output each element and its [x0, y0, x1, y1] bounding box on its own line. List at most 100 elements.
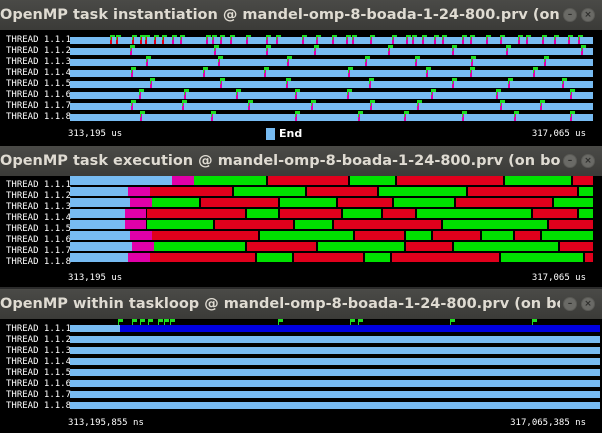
thread-label: THREAD 1.1.7 — [6, 246, 72, 256]
task-boundary — [499, 253, 501, 262]
event-flag — [148, 319, 149, 325]
event-flag — [132, 100, 136, 103]
event-flag — [453, 78, 457, 81]
event-flag — [204, 67, 208, 70]
task-execution-segment — [128, 253, 151, 262]
minimize-icon[interactable]: – — [563, 154, 577, 168]
thread-label: THREAD 1.1.5 — [6, 368, 72, 378]
thread-state-bar — [70, 347, 600, 354]
close-icon[interactable]: × — [581, 8, 595, 22]
event-flag — [212, 35, 213, 40]
event-flag — [532, 319, 533, 325]
event-flag — [526, 35, 527, 40]
event-flag — [131, 100, 132, 106]
task-boundary — [540, 231, 542, 240]
task-boundary — [503, 176, 505, 185]
task-execution-segment — [215, 220, 293, 229]
task-execution-segment — [433, 231, 480, 240]
event-flag — [287, 78, 291, 81]
event-flag — [140, 319, 141, 325]
event-flag — [211, 111, 212, 117]
event-flag — [131, 67, 132, 73]
event-flag — [295, 111, 296, 117]
window-task-instantiation: OpenMP task instantiation @ mandel-omp-8… — [0, 0, 602, 146]
task-boundary — [353, 231, 355, 240]
thread-label: THREAD 1.1.8 — [6, 112, 72, 122]
timeline-instantiation[interactable] — [70, 35, 593, 127]
thread-labels: THREAD 1.1.1 THREAD 1.1.2 THREAD 1.1.3 T… — [0, 35, 72, 127]
event-flag — [130, 45, 131, 51]
timeline-execution[interactable] — [70, 175, 593, 267]
task-execution-segment — [350, 176, 395, 185]
task-boundary — [577, 209, 579, 218]
thread-state-bar — [70, 198, 130, 207]
thread-label: THREAD 1.1.5 — [6, 79, 72, 89]
task-execution-segment — [379, 187, 466, 196]
task-boundary — [381, 209, 383, 218]
event-flag — [180, 35, 181, 40]
event-flag — [370, 35, 371, 40]
event-flag — [463, 111, 467, 114]
event-flag — [162, 35, 163, 40]
title-bar[interactable]: OpenMP within taskloop @ mandel-omp-8-bo… — [0, 289, 602, 319]
title-bar[interactable]: OpenMP task execution @ mandel-omp-8-boa… — [0, 146, 602, 176]
event-flag — [183, 100, 187, 103]
event-flag — [518, 35, 519, 40]
event-flag — [423, 35, 427, 37]
task-boundary — [480, 231, 482, 240]
event-flag — [453, 45, 457, 48]
task-boundary — [452, 242, 454, 251]
thread-label: THREAD 1.1.7 — [6, 101, 72, 111]
task-boundary — [547, 220, 549, 229]
event-flag — [236, 89, 237, 95]
event-flag — [140, 89, 144, 92]
event-flag — [311, 100, 312, 106]
task-boundary — [531, 209, 533, 218]
event-flag — [443, 35, 447, 37]
thread-state-bar — [70, 59, 593, 66]
legend-swatch — [266, 128, 275, 140]
task-boundary — [245, 209, 247, 218]
task-execution-segment — [456, 198, 552, 207]
task-boundary — [336, 198, 338, 207]
event-flag — [370, 78, 374, 81]
event-flag — [173, 35, 177, 37]
task-execution-segment — [579, 187, 593, 196]
thread-state-bar — [70, 220, 125, 229]
event-flag — [470, 35, 471, 40]
event-flag — [266, 45, 267, 51]
event-flag — [452, 45, 453, 51]
close-icon[interactable]: × — [581, 297, 595, 311]
title-bar[interactable]: OpenMP task instantiation @ mandel-omp-8… — [0, 0, 602, 30]
thread-labels: THREAD 1.1.1 THREAD 1.1.2 THREAD 1.1.3 T… — [0, 324, 72, 416]
event-flag — [533, 67, 534, 73]
legend-label: End — [279, 127, 303, 140]
close-icon[interactable]: × — [581, 154, 595, 168]
thread-state-bar — [70, 209, 125, 218]
task-execution-segment — [355, 231, 404, 240]
minimize-icon[interactable]: – — [563, 297, 577, 311]
task-boundary — [466, 187, 468, 196]
event-flag — [543, 35, 547, 37]
thread-label: THREAD 1.1.3 — [6, 57, 72, 67]
event-flag — [533, 319, 537, 322]
task-boundary — [292, 253, 294, 262]
timeline-taskloop[interactable] — [70, 319, 600, 411]
event-flag — [413, 35, 417, 37]
event-flag — [132, 35, 133, 40]
task-boundary — [558, 242, 560, 251]
event-flag — [515, 111, 519, 114]
minimize-icon[interactable]: – — [563, 8, 577, 22]
thread-label: THREAD 1.1.6 — [6, 90, 72, 100]
task-boundary — [552, 198, 554, 207]
task-execution-segment — [417, 209, 531, 218]
task-boundary — [441, 220, 443, 229]
event-flag — [416, 56, 420, 59]
task-execution-segment — [260, 231, 353, 240]
task-boundary — [199, 198, 201, 207]
event-flag — [404, 111, 405, 117]
event-flag — [507, 45, 511, 48]
task-execution-segment — [125, 209, 146, 218]
event-flag — [426, 67, 427, 73]
time-end: 317,065,385 ns — [510, 418, 586, 428]
